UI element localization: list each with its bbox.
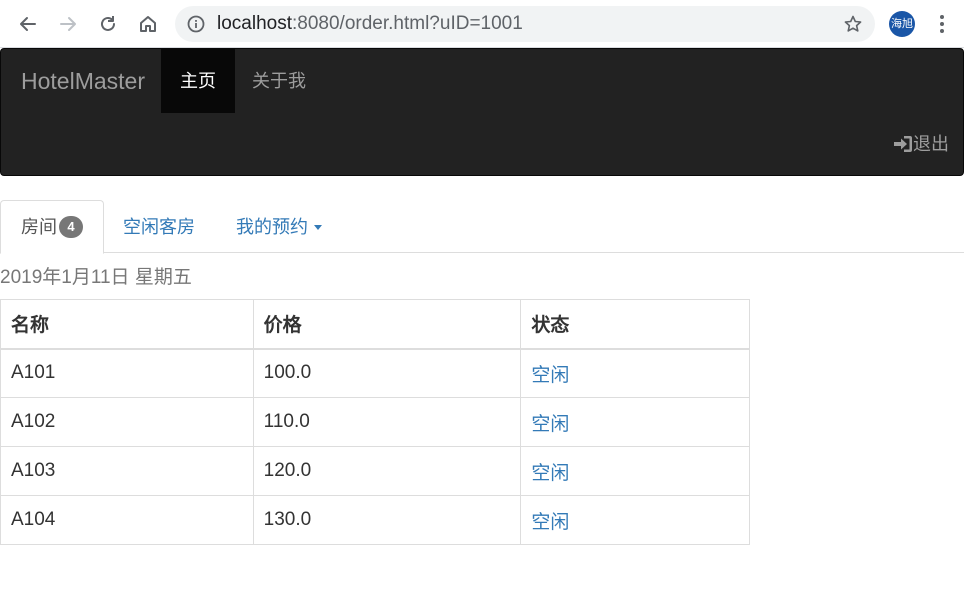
room-name: A102 [0, 397, 254, 447]
table-row: A102 110.0 空闲 [0, 397, 750, 447]
room-price: 110.0 [252, 397, 522, 447]
bookmark-star-icon[interactable] [843, 14, 863, 34]
room-price: 100.0 [252, 348, 522, 398]
home-icon[interactable] [134, 10, 162, 38]
logout-label: 退出 [913, 134, 949, 154]
room-status-link[interactable]: 空闲 [520, 348, 750, 398]
room-price: 120.0 [252, 446, 522, 496]
top-navbar: HotelMaster 主页 关于我 退出 [0, 48, 964, 176]
more-vert-icon[interactable] [932, 12, 952, 36]
column-header-status: 状态 [520, 299, 750, 350]
table-row: A101 100.0 空闲 [0, 348, 750, 398]
browser-toolbar: localhost:8080/order.html?uID=1001 海旭 [0, 0, 964, 48]
tab-my-bookings-dropdown[interactable]: 我的预约 [216, 200, 342, 253]
column-header-name: 名称 [0, 299, 254, 350]
reload-icon[interactable] [94, 10, 122, 38]
rooms-count-badge: 4 [59, 216, 83, 238]
room-price: 130.0 [252, 495, 522, 545]
tab-rooms-label: 房间 [21, 217, 57, 237]
logout-button[interactable]: 退出 [893, 133, 949, 155]
tab-my-bookings-label: 我的预约 [236, 216, 308, 237]
current-date: 2019年1月11日 星期五 [0, 267, 192, 288]
tab-rooms[interactable]: 房间 4 [0, 200, 104, 254]
nav-item-home[interactable]: 主页 [161, 49, 235, 113]
room-name: A101 [0, 348, 254, 398]
room-status-link[interactable]: 空闲 [520, 495, 750, 545]
room-name: A103 [0, 446, 254, 496]
room-status-link[interactable]: 空闲 [520, 397, 750, 447]
address-bar[interactable]: localhost:8080/order.html?uID=1001 [175, 6, 875, 42]
table-header-row: 名称 价格 状态 [0, 299, 750, 350]
brand-logo-text[interactable]: HotelMaster [21, 67, 145, 95]
column-header-price: 价格 [252, 299, 522, 350]
forward-arrow-icon[interactable] [54, 10, 82, 38]
caret-down-icon [314, 225, 322, 230]
table-row: A103 120.0 空闲 [0, 446, 750, 496]
room-status-link[interactable]: 空闲 [520, 446, 750, 496]
tab-bar: 房间 4 空闲客房 我的预约 [0, 200, 964, 254]
tab-vacant-label: 空闲客房 [123, 216, 195, 237]
rooms-table: 名称 价格 状态 A101 100.0 空闲 A102 110.0 空闲 A10… [0, 299, 750, 545]
room-name: A104 [0, 495, 254, 545]
table-row: A104 130.0 空闲 [0, 495, 750, 545]
url-text[interactable]: localhost:8080/order.html?uID=1001 [217, 14, 523, 34]
log-in-icon [894, 136, 912, 152]
tab-vacant-rooms[interactable]: 空闲客房 [103, 200, 215, 253]
back-arrow-icon[interactable] [14, 10, 42, 38]
info-icon[interactable] [187, 15, 205, 33]
profile-avatar[interactable]: 海旭 [889, 11, 915, 37]
nav-item-about[interactable]: 关于我 [233, 49, 325, 113]
